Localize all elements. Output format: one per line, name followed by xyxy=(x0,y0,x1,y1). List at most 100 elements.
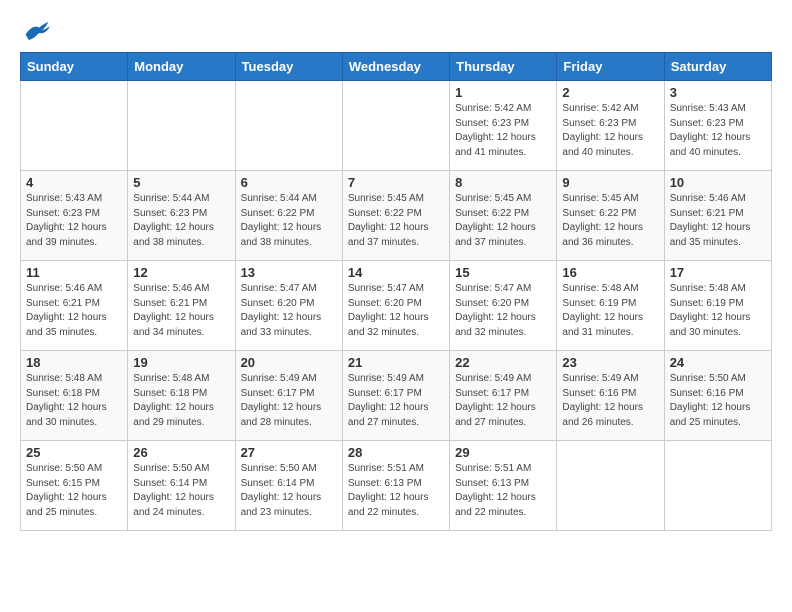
calendar-cell: 22Sunrise: 5:49 AMSunset: 6:17 PMDayligh… xyxy=(450,351,557,441)
day-number: 15 xyxy=(455,265,551,280)
weekday-header-thursday: Thursday xyxy=(450,53,557,81)
weekday-header-tuesday: Tuesday xyxy=(235,53,342,81)
calendar-cell: 24 Sunrise: 5:50 AMSunset: 6:16 PMDayligh… xyxy=(664,351,771,441)
day-info: Sunrise: 5:50 AMSunset: 6:15 PMDaylight:… xyxy=(26,462,122,520)
day-number: 13 xyxy=(241,265,337,280)
logo xyxy=(20,20,50,42)
calendar-cell: 4 Sunrise: 5:43 AMSunset: 6:23 PMDaylight… xyxy=(21,171,128,261)
day-info: Sunrise: 5:44 AMSunset: 6:22 PMDaylight:… xyxy=(241,192,337,250)
calendar-cell: 5Sunrise: 5:44 AMSunset: 6:23 PMDaylight… xyxy=(128,171,235,261)
calendar-cell: 11Sunrise: 5:46 AMSunset: 6:21 PMDayligh… xyxy=(21,261,128,351)
calendar-cell: 26 Sunrise: 5:50 AMSunset: 6:14 PMDayligh… xyxy=(128,441,235,531)
day-info: Sunrise: 5:42 AMSunset: 6:23 PMDaylight:… xyxy=(455,102,551,160)
calendar-week-5: 25 Sunrise: 5:50 AMSunset: 6:15 PMDayligh… xyxy=(21,441,772,531)
day-info: Sunrise: 5:43 AMSunset: 6:23 PMDaylight:… xyxy=(670,102,766,160)
day-info: Sunrise: 5:51 AMSunset: 6:13 PMDaylight:… xyxy=(348,462,444,520)
day-info: Sunrise: 5:43 AMSunset: 6:23 PMDaylight:… xyxy=(26,192,122,250)
day-info: Sunrise: 5:50 AMSunset: 6:14 PMDaylight:… xyxy=(241,462,337,520)
calendar-cell: 25 Sunrise: 5:50 AMSunset: 6:15 PMDayligh… xyxy=(21,441,128,531)
day-info: Sunrise: 5:47 AMSunset: 6:20 PMDaylight:… xyxy=(241,282,337,340)
day-info: Sunrise: 5:45 AMSunset: 6:22 PMDaylight:… xyxy=(562,192,658,250)
calendar-cell: 29 Sunrise: 5:51 AMSunset: 6:13 PMDayligh… xyxy=(450,441,557,531)
header xyxy=(20,20,772,42)
day-number: 8 xyxy=(455,175,551,190)
day-number: 9 xyxy=(562,175,658,190)
day-number: 27 xyxy=(241,445,337,460)
day-number: 26 xyxy=(133,445,229,460)
weekday-header-sunday: Sunday xyxy=(21,53,128,81)
calendar-cell: 3Sunrise: 5:43 AMSunset: 6:23 PMDaylight… xyxy=(664,81,771,171)
calendar-cell: 20 Sunrise: 5:49 AMSunset: 6:17 PMDayligh… xyxy=(235,351,342,441)
calendar-cell: 17 Sunrise: 5:48 AMSunset: 6:19 PMDayligh… xyxy=(664,261,771,351)
calendar-cell: 2 Sunrise: 5:42 AMSunset: 6:23 PMDaylight… xyxy=(557,81,664,171)
calendar-cell: 28 Sunrise: 5:51 AMSunset: 6:13 PMDayligh… xyxy=(342,441,449,531)
calendar-cell: 18Sunrise: 5:48 AMSunset: 6:18 PMDayligh… xyxy=(21,351,128,441)
day-info: Sunrise: 5:45 AMSunset: 6:22 PMDaylight:… xyxy=(348,192,444,250)
day-number: 16 xyxy=(562,265,658,280)
calendar-cell: 15 Sunrise: 5:47 AMSunset: 6:20 PMDayligh… xyxy=(450,261,557,351)
day-number: 17 xyxy=(670,265,766,280)
day-info: Sunrise: 5:46 AMSunset: 6:21 PMDaylight:… xyxy=(26,282,122,340)
day-info: Sunrise: 5:49 AMSunset: 6:17 PMDaylight:… xyxy=(348,372,444,430)
day-info: Sunrise: 5:45 AMSunset: 6:22 PMDaylight:… xyxy=(455,192,551,250)
weekday-header-saturday: Saturday xyxy=(664,53,771,81)
day-number: 1 xyxy=(455,85,551,100)
calendar-cell: 7Sunrise: 5:45 AMSunset: 6:22 PMDaylight… xyxy=(342,171,449,261)
day-number: 2 xyxy=(562,85,658,100)
calendar-week-3: 11Sunrise: 5:46 AMSunset: 6:21 PMDayligh… xyxy=(21,261,772,351)
day-info: Sunrise: 5:47 AMSunset: 6:20 PMDaylight:… xyxy=(455,282,551,340)
calendar-cell: 14Sunrise: 5:47 AMSunset: 6:20 PMDayligh… xyxy=(342,261,449,351)
calendar-table: SundayMondayTuesdayWednesdayThursdayFrid… xyxy=(20,52,772,531)
day-number: 28 xyxy=(348,445,444,460)
day-info: Sunrise: 5:44 AMSunset: 6:23 PMDaylight:… xyxy=(133,192,229,250)
calendar-cell: 16 Sunrise: 5:48 AMSunset: 6:19 PMDayligh… xyxy=(557,261,664,351)
day-info: Sunrise: 5:48 AMSunset: 6:19 PMDaylight:… xyxy=(670,282,766,340)
day-number: 29 xyxy=(455,445,551,460)
calendar-cell xyxy=(557,441,664,531)
weekday-header-friday: Friday xyxy=(557,53,664,81)
calendar-cell xyxy=(21,81,128,171)
day-info: Sunrise: 5:48 AMSunset: 6:19 PMDaylight:… xyxy=(562,282,658,340)
day-info: Sunrise: 5:50 AMSunset: 6:14 PMDaylight:… xyxy=(133,462,229,520)
day-number: 19 xyxy=(133,355,229,370)
day-number: 25 xyxy=(26,445,122,460)
day-info: Sunrise: 5:42 AMSunset: 6:23 PMDaylight:… xyxy=(562,102,658,160)
calendar-week-1: 1 Sunrise: 5:42 AMSunset: 6:23 PMDaylight… xyxy=(21,81,772,171)
bird-icon xyxy=(22,20,50,42)
day-info: Sunrise: 5:46 AMSunset: 6:21 PMDaylight:… xyxy=(670,192,766,250)
calendar-cell: 8 Sunrise: 5:45 AMSunset: 6:22 PMDaylight… xyxy=(450,171,557,261)
calendar-week-2: 4 Sunrise: 5:43 AMSunset: 6:23 PMDaylight… xyxy=(21,171,772,261)
calendar-cell: 27 Sunrise: 5:50 AMSunset: 6:14 PMDayligh… xyxy=(235,441,342,531)
day-number: 20 xyxy=(241,355,337,370)
day-info: Sunrise: 5:48 AMSunset: 6:18 PMDaylight:… xyxy=(26,372,122,430)
calendar-cell: 12 Sunrise: 5:46 AMSunset: 6:21 PMDayligh… xyxy=(128,261,235,351)
day-info: Sunrise: 5:49 AMSunset: 6:16 PMDaylight:… xyxy=(562,372,658,430)
calendar-cell: 23 Sunrise: 5:49 AMSunset: 6:16 PMDayligh… xyxy=(557,351,664,441)
day-info: Sunrise: 5:47 AMSunset: 6:20 PMDaylight:… xyxy=(348,282,444,340)
day-number: 10 xyxy=(670,175,766,190)
day-number: 23 xyxy=(562,355,658,370)
day-info: Sunrise: 5:49 AMSunset: 6:17 PMDaylight:… xyxy=(241,372,337,430)
day-number: 6 xyxy=(241,175,337,190)
day-info: Sunrise: 5:50 AMSunset: 6:16 PMDaylight:… xyxy=(670,372,766,430)
calendar-cell: 1 Sunrise: 5:42 AMSunset: 6:23 PMDaylight… xyxy=(450,81,557,171)
day-number: 24 xyxy=(670,355,766,370)
calendar-cell xyxy=(128,81,235,171)
calendar-cell: 19 Sunrise: 5:48 AMSunset: 6:18 PMDayligh… xyxy=(128,351,235,441)
calendar-cell: 9 Sunrise: 5:45 AMSunset: 6:22 PMDaylight… xyxy=(557,171,664,261)
weekday-header-monday: Monday xyxy=(128,53,235,81)
calendar-header: SundayMondayTuesdayWednesdayThursdayFrid… xyxy=(21,53,772,81)
day-info: Sunrise: 5:46 AMSunset: 6:21 PMDaylight:… xyxy=(133,282,229,340)
day-info: Sunrise: 5:51 AMSunset: 6:13 PMDaylight:… xyxy=(455,462,551,520)
calendar-cell: 21 Sunrise: 5:49 AMSunset: 6:17 PMDayligh… xyxy=(342,351,449,441)
calendar-week-4: 18Sunrise: 5:48 AMSunset: 6:18 PMDayligh… xyxy=(21,351,772,441)
calendar-cell xyxy=(664,441,771,531)
day-info: Sunrise: 5:48 AMSunset: 6:18 PMDaylight:… xyxy=(133,372,229,430)
calendar-cell xyxy=(342,81,449,171)
day-number: 4 xyxy=(26,175,122,190)
day-info: Sunrise: 5:49 AMSunset: 6:17 PMDaylight:… xyxy=(455,372,551,430)
weekday-row: SundayMondayTuesdayWednesdayThursdayFrid… xyxy=(21,53,772,81)
weekday-header-wednesday: Wednesday xyxy=(342,53,449,81)
day-number: 21 xyxy=(348,355,444,370)
day-number: 12 xyxy=(133,265,229,280)
